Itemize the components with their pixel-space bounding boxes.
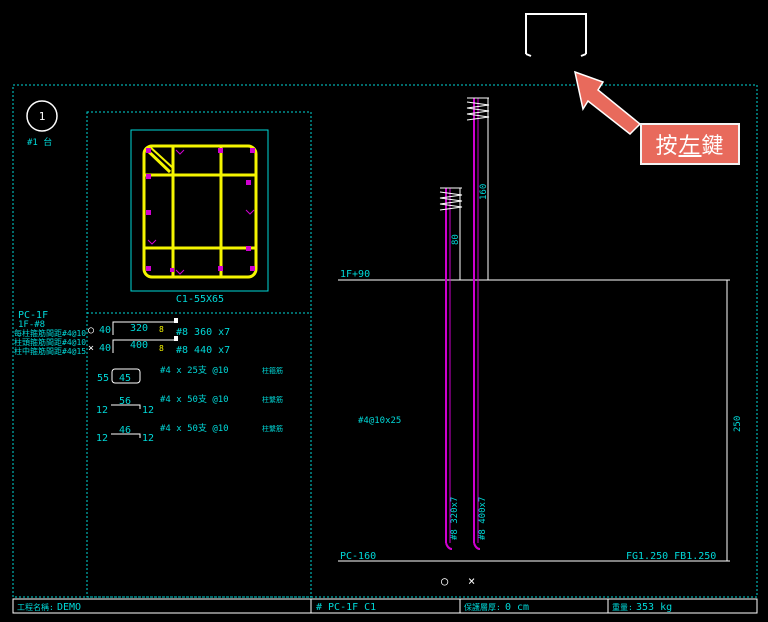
- stirrup3-note: 柱繫筋: [262, 424, 283, 433]
- rebar-row1-symbol: ○: [88, 325, 94, 336]
- pc-level-label: PC-160: [340, 551, 376, 562]
- vertical-bar-2: [473, 98, 481, 550]
- project-label: 工程名稱:: [17, 602, 54, 612]
- legend-cross: ×: [468, 574, 475, 588]
- stirrup1-lead: 55: [97, 373, 109, 384]
- dim-160: 160: [479, 184, 489, 200]
- stirrup2-note: 柱繫筋: [262, 395, 283, 404]
- stirrup2-right: 12: [142, 405, 154, 416]
- marker-number: 1: [39, 110, 46, 123]
- stirrup3-right: 12: [142, 433, 154, 444]
- note-line5: 柱中箍筋間距#4@15: [14, 346, 86, 356]
- bar1-label: #8 320x7: [450, 497, 460, 540]
- stirrup1-note: 柱箍筋: [262, 366, 283, 375]
- rebar-row2-hook: [174, 336, 178, 341]
- callout-underlined: 左: [678, 134, 702, 159]
- rebar-row2-small: 8: [159, 344, 164, 353]
- rebar-row1-spec: #8 360 x7: [176, 327, 230, 338]
- rebar-row1-hook: [174, 318, 178, 323]
- stirrup2-spec: #4 x 50支 @10: [160, 393, 229, 405]
- project-value: DEMO: [57, 602, 81, 613]
- stirrup1-spec: #4 x 25支 @10: [160, 364, 229, 376]
- stirrup2-value: 56: [119, 396, 131, 407]
- rebar-row2-symbol: ×: [88, 343, 94, 354]
- rebar-row1-small: 8: [159, 325, 164, 334]
- note-line4: 柱頭箍筋間距#4@10: [14, 337, 86, 347]
- floor-top-label: 1F+90: [340, 269, 370, 280]
- stirrup3-left: 12: [96, 433, 108, 444]
- mouse-icon: [525, 13, 587, 57]
- bar2-label: #8 400x7: [478, 497, 488, 540]
- marker-label: #1 台: [27, 136, 52, 148]
- rebar-row2-lead: 40: [99, 343, 111, 354]
- dim-250: 250: [733, 416, 743, 432]
- dim-80: 80: [451, 234, 461, 245]
- pointer-arrow-icon: [573, 70, 642, 136]
- stirrup3-value: 46: [119, 425, 131, 436]
- note-line3: 每柱箍筋間距#4@10: [14, 328, 86, 338]
- weight-value: 353 kg: [636, 602, 672, 613]
- rebar-row1-lead: 40: [99, 325, 111, 336]
- callout-suffix: 鍵: [701, 134, 725, 159]
- legend-circle: ○: [441, 574, 448, 588]
- rebar-row2-box: 400: [130, 340, 148, 351]
- left-click-callout: 按左鍵: [640, 123, 740, 165]
- stirrup-spec-label: #4@10x25: [358, 416, 401, 426]
- weight-label: 重量:: [612, 602, 633, 612]
- drawing-canvas[interactable]: 1 #1 台 C1-55X65 PC-1F 1F-#8 每柱箍筋間距#4@10 …: [0, 0, 768, 622]
- lap-marker-1: [439, 187, 463, 211]
- cover-label: 保護層厚:: [464, 602, 501, 612]
- stirrup2-left: 12: [96, 405, 108, 416]
- cover-value: 0 cm: [505, 602, 529, 613]
- fg-level-label: FG1.250 FB1.250: [626, 551, 716, 562]
- section-name: C1-55X65: [176, 294, 224, 305]
- rebar-row1-box: 320: [130, 323, 148, 334]
- callout-prefix: 按: [655, 134, 679, 159]
- stirrup1-value: 45: [119, 373, 131, 384]
- column-section: [130, 129, 269, 292]
- stirrup3-spec: #4 x 50支 @10: [160, 422, 229, 434]
- member-value: # PC-1F C1: [316, 602, 376, 613]
- rebar-row2-spec: #8 440 x7: [176, 345, 230, 356]
